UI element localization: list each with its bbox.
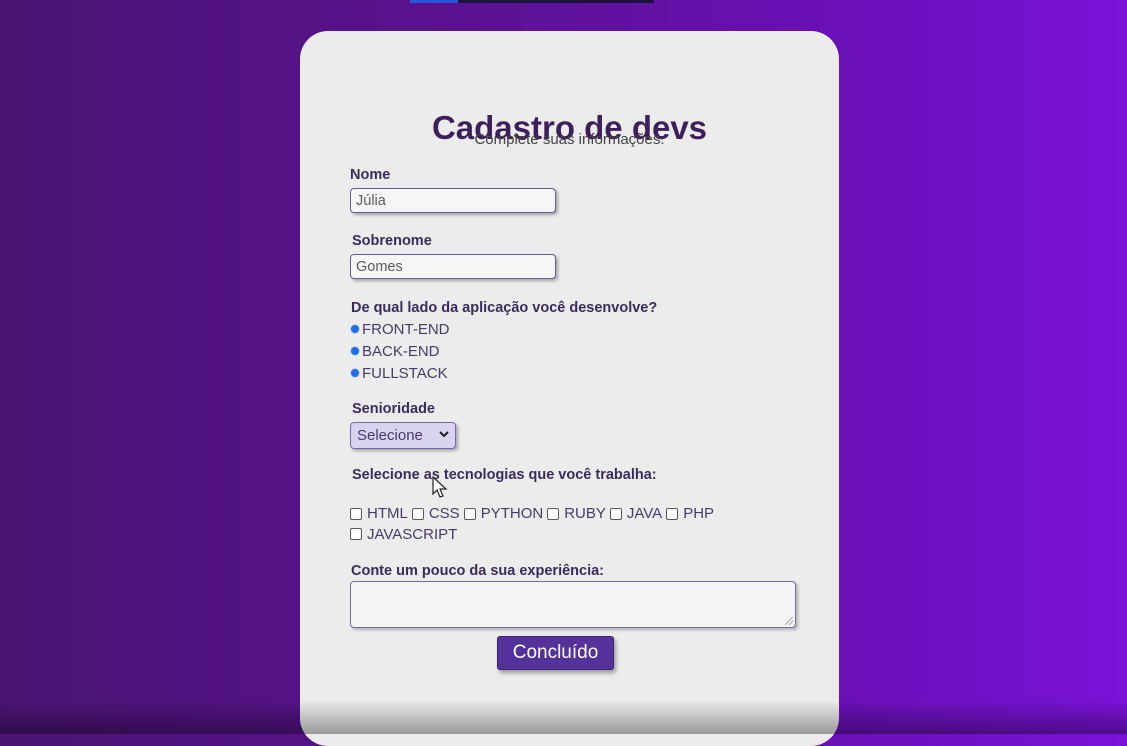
tech-checkbox-group: HTML CSS PYTHON RUBY JAVA PHP JAVASCRIPT — [350, 504, 770, 545]
checkbox-python[interactable]: PYTHON — [463, 504, 544, 523]
checkbox-box — [411, 507, 424, 520]
experience-textarea[interactable] — [350, 581, 796, 628]
submit-button[interactable]: Concluído — [497, 636, 614, 670]
radio-label-front-end: FRONT-END — [362, 320, 450, 338]
checkbox-box — [609, 507, 622, 520]
checkbox-box — [463, 507, 476, 520]
checkbox-label-python: PYTHON — [480, 505, 544, 522]
radio-back-end[interactable]: BACK-END — [350, 341, 440, 361]
checkbox-box — [350, 528, 362, 540]
sobrenome-value: Gomes — [356, 259, 403, 275]
page-subtitle: Complete suas informações. — [474, 131, 665, 148]
nome-input[interactable]: Júlia — [350, 188, 556, 213]
radio-dot — [350, 368, 360, 378]
checkbox-javascript[interactable]: JAVASCRIPT — [350, 525, 457, 544]
nome-value: Júlia — [356, 193, 386, 209]
checkbox-label-ruby: RUBY — [564, 505, 606, 522]
seniority-select[interactable]: Selecione — [350, 422, 456, 449]
top-strip — [410, 0, 654, 3]
radio-label-fullstack: FULLSTACK — [362, 364, 448, 382]
mouse-pointer-icon — [432, 475, 448, 505]
seniority-value: Selecione — [357, 427, 423, 444]
checkbox-box — [350, 507, 362, 520]
checkbox-label-php: PHP — [683, 505, 715, 522]
radio-label-back-end: BACK-END — [362, 342, 440, 360]
side-question: De qual lado da aplicação você desenvolv… — [351, 300, 658, 316]
chevron-down-icon — [439, 430, 449, 441]
radio-dot — [350, 324, 360, 334]
checkbox-label-javascript: JAVASCRIPT — [367, 525, 458, 543]
checkbox-java[interactable]: JAVA — [609, 504, 663, 523]
radio-fullstack[interactable]: FULLSTACK — [350, 363, 448, 383]
checkbox-label-java: JAVA — [626, 505, 663, 522]
checkbox-ruby[interactable]: RUBY — [547, 504, 606, 523]
tech-question: Selecione as tecnologias que você trabal… — [352, 467, 657, 483]
radio-dot — [350, 346, 360, 356]
checkbox-box — [666, 507, 679, 520]
checkbox-label-html: HTML — [367, 505, 408, 522]
checkbox-box — [547, 507, 560, 520]
experience-label: Conte um pouco da sua experiência: — [351, 563, 604, 579]
checkbox-label-css: CSS — [428, 505, 460, 522]
seniority-label: Senioridade — [352, 401, 435, 417]
checkbox-php[interactable]: PHP — [666, 504, 714, 523]
sobrenome-input[interactable]: Gomes — [350, 254, 556, 279]
resize-grip-icon[interactable] — [785, 617, 793, 625]
checkbox-html[interactable]: HTML — [350, 504, 408, 523]
nome-label: Nome — [350, 167, 391, 183]
form-card: Cadastro de devs Complete suas informaçõ… — [300, 31, 839, 746]
radio-front-end[interactable]: FRONT-END — [350, 319, 450, 339]
sobrenome-label: Sobrenome — [352, 233, 432, 249]
checkbox-css[interactable]: CSS — [411, 504, 460, 523]
top-strip-accent — [410, 0, 458, 3]
